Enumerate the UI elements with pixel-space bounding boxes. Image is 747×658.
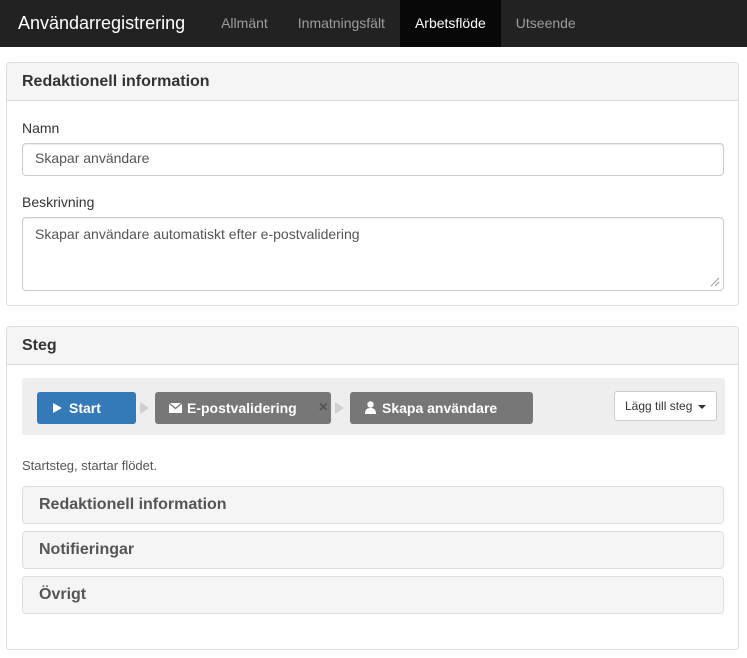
step-start[interactable]: Start — [37, 392, 136, 424]
description-text: Skapar användare automatiskt efter e-pos… — [35, 226, 360, 242]
steps-heading: Steg — [7, 327, 738, 365]
add-step-button[interactable]: Lägg till steg — [614, 391, 717, 421]
step-create-user-label: Skapa användare — [382, 400, 498, 416]
step-create-user[interactable]: Skapa användare — [350, 392, 533, 424]
step-arrow-icon — [140, 402, 149, 414]
editorial-info-heading: Redaktionell information — [7, 63, 738, 101]
step-email-validation-label: E-postvalidering — [187, 400, 297, 416]
resize-grip-icon[interactable] — [710, 277, 720, 287]
description-textarea[interactable]: Skapar användare automatiskt efter e-pos… — [22, 217, 724, 291]
step-start-label: Start — [69, 400, 101, 416]
top-navbar: Användarregistrering Allmänt Inmatningsf… — [0, 0, 747, 47]
name-input[interactable]: Skapar användare — [22, 143, 724, 176]
section-other[interactable]: Övrigt — [22, 576, 724, 614]
play-icon — [53, 403, 62, 413]
step-email-validation[interactable]: E-postvalidering × — [155, 392, 331, 424]
tab-utseende[interactable]: Utseende — [501, 0, 591, 47]
step-arrow-icon — [335, 402, 344, 414]
description-label: Beskrivning — [22, 194, 95, 210]
tab-arbetsflode[interactable]: Arbetsflöde — [399, 0, 501, 47]
user-icon — [365, 401, 376, 414]
envelope-icon — [169, 403, 182, 413]
step-help-text: Startsteg, startar flödet. — [22, 458, 158, 473]
tab-inmatningsfalt[interactable]: Inmatningsfält — [283, 0, 400, 47]
editorial-info-panel: Redaktionell information Namn Skapar anv… — [6, 62, 739, 306]
section-editorial-info[interactable]: Redaktionell information — [22, 486, 724, 524]
remove-step-icon[interactable]: × — [319, 392, 328, 424]
section-notifications[interactable]: Notifieringar — [22, 531, 724, 569]
steps-panel: Steg Start E-postvalidering × Skapa anvä… — [6, 326, 739, 650]
tab-allmant[interactable]: Allmänt — [206, 0, 283, 47]
caret-down-icon — [698, 405, 706, 409]
name-label: Namn — [22, 120, 60, 136]
add-step-label: Lägg till steg — [625, 399, 693, 413]
app-brand[interactable]: Användarregistrering — [0, 0, 200, 47]
workflow-steps-bar: Start E-postvalidering × Skapa användare… — [22, 378, 725, 435]
